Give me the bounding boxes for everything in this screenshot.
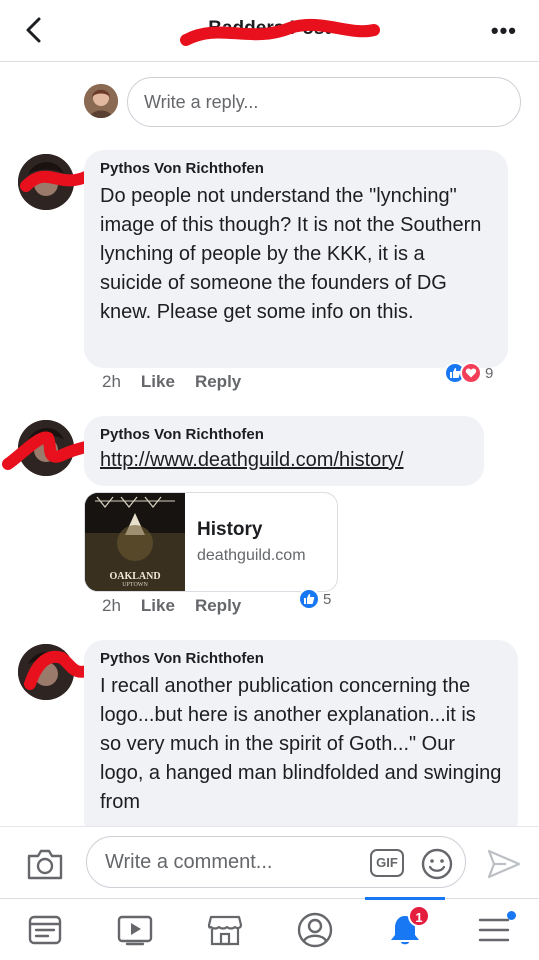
gif-button[interactable]: GIF — [370, 849, 404, 877]
reaction-count: 5 — [323, 590, 332, 608]
tab-marketplace[interactable] — [180, 899, 270, 960]
reply-button[interactable]: Reply — [195, 596, 241, 615]
comment-timestamp: 2h — [102, 596, 121, 615]
news-feed-icon — [28, 915, 62, 945]
reaction-count: 9 — [485, 364, 494, 382]
commenter-avatar[interactable] — [18, 420, 74, 476]
header-bar: Badders Post ••• — [0, 0, 539, 62]
page-title: Badders Post — [208, 18, 331, 39]
thumbnail-caption: OAKLAND — [109, 571, 161, 582]
like-button[interactable]: Like — [141, 596, 175, 615]
emoji-icon[interactable] — [420, 847, 454, 881]
comment-bubble: Pythos Von Richthofen Do people not unde… — [84, 150, 508, 368]
link-thumbnail: OAKLAND UPTOWN — [85, 493, 185, 591]
comment-input[interactable]: Write a comment... — [86, 836, 466, 888]
reply-button[interactable]: Reply — [195, 372, 241, 391]
send-icon[interactable] — [486, 847, 522, 881]
comment-author[interactable]: Pythos Von Richthofen — [100, 650, 502, 668]
reaction-summary[interactable]: 9 — [444, 362, 493, 384]
comment-text: I recall another publication concerning … — [100, 675, 502, 813]
tab-news-feed[interactable] — [0, 899, 90, 960]
comment-bubble: Pythos Von Richthofen http://www.deathgu… — [84, 416, 484, 486]
reply-row: Write a reply... — [0, 62, 539, 142]
thumbnail-subcaption: UPTOWN — [122, 582, 148, 588]
tab-notifications[interactable]: 1 — [360, 899, 450, 960]
camera-icon[interactable] — [26, 847, 64, 881]
bottom-tab-bar: 1 — [0, 897, 539, 960]
commenter-avatar[interactable] — [18, 644, 74, 700]
tab-watch[interactable] — [90, 899, 180, 960]
tab-menu[interactable] — [449, 899, 539, 960]
watch-icon — [117, 915, 153, 946]
comment-author[interactable]: Pythos Von Richthofen — [100, 160, 492, 178]
comment-text: Do people not understand the "lynching" … — [100, 185, 482, 323]
reaction-summary[interactable]: 5 — [298, 588, 331, 610]
link-domain: deathguild.com — [197, 547, 306, 564]
menu-icon — [478, 918, 510, 942]
notification-badge: 1 — [408, 905, 430, 927]
marketplace-icon — [207, 915, 243, 946]
love-reaction-icon — [460, 362, 482, 384]
link-preview-card[interactable]: OAKLAND UPTOWN History deathguild.com — [84, 492, 338, 592]
profile-icon — [297, 912, 333, 948]
more-options-button[interactable]: ••• — [491, 18, 517, 44]
commenter-avatar[interactable] — [18, 154, 74, 210]
comment-author[interactable]: Pythos Von Richthofen — [100, 426, 468, 444]
like-reaction-icon — [298, 588, 320, 610]
tab-profile[interactable] — [270, 899, 360, 960]
comment-actions: 2h Like Reply — [102, 372, 261, 392]
my-avatar — [84, 84, 118, 118]
reply-input[interactable]: Write a reply... — [127, 77, 521, 127]
comment-link[interactable]: http://www.deathguild.com/history/ — [100, 446, 468, 474]
comment-actions: 2h Like Reply — [102, 596, 261, 616]
menu-notification-dot — [507, 911, 516, 920]
link-title: History — [197, 519, 263, 540]
comment-composer: Write a comment... GIF — [0, 826, 539, 898]
comment-bubble: Pythos Von Richthofen I recall another p… — [84, 640, 518, 840]
like-button[interactable]: Like — [141, 372, 175, 391]
comment-timestamp: 2h — [102, 372, 121, 391]
